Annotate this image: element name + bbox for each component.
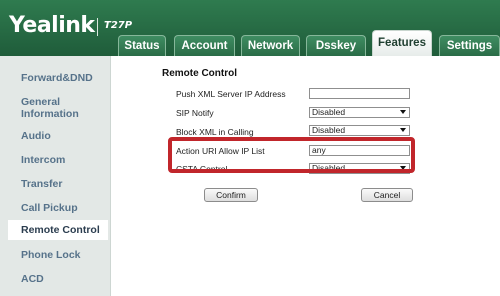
push-xml-server-label: Push XML Server IP Address bbox=[176, 89, 286, 99]
tab-account[interactable]: Account bbox=[174, 35, 235, 56]
logo-divider bbox=[97, 18, 98, 36]
confirm-button[interactable]: Confirm bbox=[204, 188, 258, 202]
highlight-box bbox=[168, 137, 415, 173]
top-header: Yealink T27P Status Account Network Dssk… bbox=[0, 0, 500, 56]
chevron-down-icon bbox=[400, 128, 406, 132]
sidebar-item-acd[interactable]: ACD bbox=[21, 273, 44, 285]
push-xml-server-input[interactable] bbox=[309, 88, 410, 99]
chevron-down-icon bbox=[400, 110, 406, 114]
sidebar-item-transfer[interactable]: Transfer bbox=[21, 178, 62, 190]
sip-notify-label: SIP Notify bbox=[176, 108, 214, 118]
sidebar-item-call-pickup[interactable]: Call Pickup bbox=[21, 202, 78, 214]
tab-dsskey[interactable]: Dsskey bbox=[306, 35, 366, 56]
model-label: T27P bbox=[104, 20, 133, 31]
sidebar-item-phone-lock[interactable]: Phone Lock bbox=[21, 249, 81, 261]
sidebar-item-forward-dnd[interactable]: Forward&DND bbox=[21, 72, 93, 84]
block-xml-label: Block XML in Calling bbox=[176, 127, 254, 137]
tab-status[interactable]: Status bbox=[118, 35, 166, 56]
yealink-logo: Yealink bbox=[9, 13, 95, 38]
cancel-button[interactable]: Cancel bbox=[361, 188, 413, 202]
sidebar: Forward&DND General Information Audio In… bbox=[0, 56, 111, 296]
block-xml-value: Disabled bbox=[312, 125, 346, 135]
tab-settings[interactable]: Settings bbox=[439, 35, 500, 56]
block-xml-select[interactable]: Disabled bbox=[309, 125, 410, 136]
tab-features[interactable]: Features bbox=[372, 30, 432, 56]
sidebar-item-audio[interactable]: Audio bbox=[21, 130, 51, 142]
sip-notify-value: Disabled bbox=[312, 107, 346, 117]
section-title: Remote Control bbox=[162, 68, 237, 79]
sidebar-item-general-information[interactable]: General Information bbox=[21, 96, 89, 120]
sip-notify-select[interactable]: Disabled bbox=[309, 107, 410, 118]
tab-network[interactable]: Network bbox=[241, 35, 300, 56]
sidebar-item-remote-control[interactable]: Remote Control bbox=[8, 220, 108, 240]
sidebar-item-intercom[interactable]: Intercom bbox=[21, 154, 65, 166]
